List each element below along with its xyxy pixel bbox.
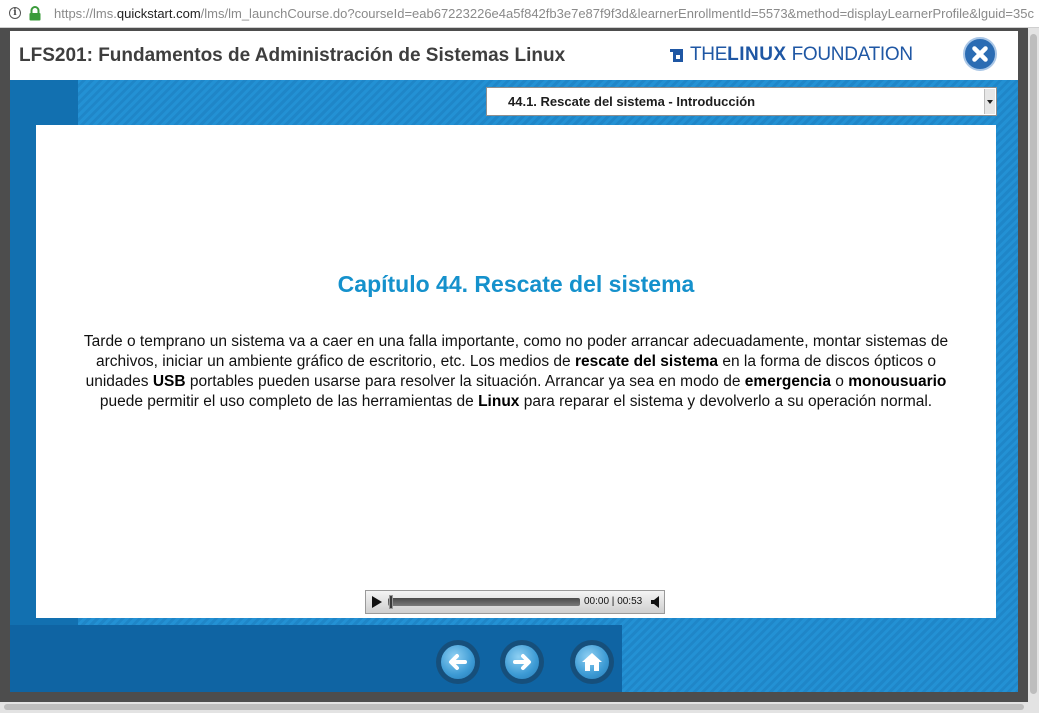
vertical-scrollbar[interactable] (1028, 28, 1039, 702)
home-button[interactable] (570, 640, 614, 684)
course-stage: 44.1. Rescate del sistema - Introducción… (10, 80, 1018, 692)
volume-icon[interactable] (651, 596, 661, 608)
play-icon[interactable] (371, 596, 383, 608)
course-title: LFS201: Fundamentos de Administración de… (19, 45, 566, 66)
arrow-left-icon (449, 654, 467, 670)
close-icon (972, 46, 988, 62)
back-button[interactable] (436, 640, 480, 684)
course-header: LFS201: Fundamentos de Administración de… (10, 31, 1018, 80)
arrow-right-icon (513, 654, 531, 670)
audio-player: 00:00 | 00:53 (365, 590, 665, 614)
chapter-heading: Capítulo 44. Rescate del sistema (337, 271, 695, 297)
horizontal-scroll-thumb[interactable] (4, 704, 1024, 710)
url-host: quickstart.com (116, 6, 201, 21)
chapter-intro-text: Tarde o temprano un sistema va a caer en… (83, 333, 949, 410)
chapter-select-value: 44.1. Rescate del sistema - Introducción (508, 94, 756, 109)
audio-time: 00:00 | 00:53 (584, 596, 643, 607)
info-icon[interactable]: i (9, 7, 21, 19)
chapter-select[interactable]: 44.1. Rescate del sistema - Introducción (486, 87, 997, 116)
audio-progress-handle[interactable] (389, 595, 393, 609)
audio-progress-bar[interactable] (388, 595, 580, 609)
content-panel: Capítulo 44. Rescate del sistema Tarde o… (36, 125, 996, 618)
horizontal-scrollbar[interactable] (0, 702, 1039, 713)
chevron-down-icon[interactable] (984, 89, 995, 114)
close-course-button[interactable] (963, 37, 997, 71)
url-text[interactable]: https://lms.quickstart.com/lms/lm_launch… (54, 6, 1034, 21)
next-button[interactable] (500, 640, 544, 684)
vertical-scroll-thumb[interactable] (1030, 34, 1037, 694)
home-icon (582, 653, 602, 671)
linux-foundation-mark-icon (670, 49, 683, 62)
lock-icon (29, 6, 41, 21)
address-bar[interactable]: i https://lms.quickstart.com/lms/lm_laun… (0, 0, 1039, 28)
